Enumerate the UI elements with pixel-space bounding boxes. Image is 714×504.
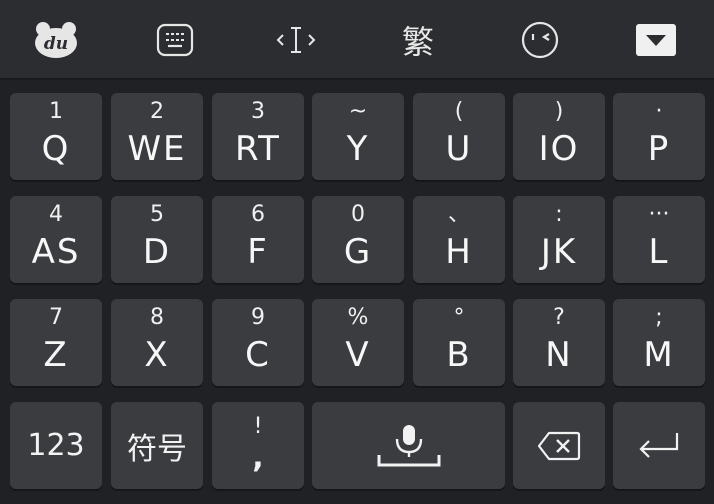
- backspace-key[interactable]: [513, 402, 605, 489]
- key-d-number: 5: [150, 202, 164, 227]
- key-m-letters: M: [643, 335, 675, 375]
- cursor-move-button[interactable]: [266, 14, 326, 66]
- key-io-symbol: ): [554, 99, 564, 124]
- key-l-letters: L: [648, 232, 670, 272]
- key-u[interactable]: ( U: [413, 93, 505, 180]
- key-z[interactable]: 7 Z: [10, 299, 102, 386]
- key-c[interactable]: 9 C: [212, 299, 304, 386]
- traditional-label: 繁: [401, 23, 434, 61]
- key-as-letters: AS: [31, 232, 81, 272]
- emoji-button[interactable]: [510, 14, 570, 66]
- hide-keyboard-button[interactable]: [626, 14, 686, 66]
- key-f-number: 6: [251, 202, 265, 227]
- comma-key-main: ,: [252, 440, 264, 475]
- text-cursor-icon: [276, 27, 316, 53]
- numbers-key[interactable]: 123: [10, 402, 102, 489]
- key-c-letters: C: [245, 335, 271, 375]
- key-m-symbol: ;: [655, 305, 663, 330]
- key-u-symbol: (: [454, 99, 464, 124]
- key-d-letters: D: [142, 232, 172, 272]
- key-as-number: 4: [49, 202, 63, 227]
- key-y-symbol: ~: [348, 99, 368, 124]
- key-b-letters: B: [446, 335, 472, 375]
- keyboard-layout-button[interactable]: [145, 14, 205, 66]
- key-h-symbol: 、: [447, 202, 470, 227]
- key-n-letters: N: [545, 335, 573, 375]
- keyboard-toolbar: du 繁: [0, 0, 714, 80]
- key-z-letters: Z: [43, 335, 69, 375]
- key-we[interactable]: 2 WE: [111, 93, 203, 180]
- key-v-letters: V: [345, 335, 371, 375]
- wink-face-icon: [521, 21, 559, 59]
- key-we-letters: WE: [127, 129, 187, 169]
- key-x-letters: X: [144, 335, 170, 375]
- key-y-letters: Y: [346, 129, 370, 169]
- key-g-number: 0: [351, 202, 365, 227]
- key-jk[interactable]: : JK: [513, 196, 605, 283]
- key-f[interactable]: 6 F: [212, 196, 304, 283]
- key-l[interactable]: ··· L: [613, 196, 705, 283]
- du-logo-button[interactable]: du: [26, 14, 86, 66]
- key-p[interactable]: · P: [613, 93, 705, 180]
- key-d[interactable]: 5 D: [111, 196, 203, 283]
- key-rt-letters: RT: [235, 129, 281, 169]
- key-y[interactable]: ~ Y: [312, 93, 404, 180]
- backspace-icon: [537, 431, 581, 460]
- bear-logo-icon: du: [35, 22, 77, 58]
- key-g[interactable]: 0 G: [312, 196, 404, 283]
- key-c-number: 9: [251, 305, 265, 330]
- key-v-symbol: %: [347, 305, 369, 330]
- key-f-letters: F: [247, 232, 269, 272]
- keyboard-icon: [156, 23, 194, 57]
- key-x-number: 8: [150, 305, 164, 330]
- key-q-number: 1: [49, 99, 63, 124]
- key-n[interactable]: ? N: [513, 299, 605, 386]
- key-io-letters: IO: [538, 129, 580, 169]
- collapse-keyboard-icon: [636, 24, 676, 56]
- key-rt-number: 3: [251, 99, 265, 124]
- space-voice-key[interactable]: [312, 402, 505, 489]
- key-b[interactable]: ° B: [413, 299, 505, 386]
- key-as[interactable]: 4 AS: [10, 196, 102, 283]
- key-m[interactable]: ; M: [613, 299, 705, 386]
- key-u-letters: U: [445, 129, 473, 169]
- symbols-key[interactable]: 符号: [111, 402, 203, 489]
- microphone-icon: [377, 424, 440, 466]
- numbers-label: 123: [27, 428, 85, 463]
- key-jk-symbol: :: [555, 202, 563, 227]
- key-l-symbol: ···: [648, 202, 670, 227]
- key-x[interactable]: 8 X: [111, 299, 203, 386]
- key-jk-letters: JK: [540, 232, 578, 272]
- key-q[interactable]: 1 Q: [10, 93, 102, 180]
- comma-key-alt: !: [253, 414, 263, 439]
- enter-key[interactable]: [613, 402, 705, 489]
- symbols-label: 符号: [127, 431, 187, 467]
- key-io[interactable]: ) IO: [513, 93, 605, 180]
- svg-text:du: du: [44, 34, 68, 54]
- keyboard: du 繁 1 Q 2 WE 3 RT ~ Y (U) IO · P 4 AS…: [0, 0, 714, 504]
- key-we-number: 2: [150, 99, 164, 124]
- key-v[interactable]: % V: [312, 299, 404, 386]
- key-h-letters: H: [445, 232, 473, 272]
- key-z-number: 7: [49, 305, 63, 330]
- key-g-letters: G: [343, 232, 373, 272]
- key-h[interactable]: 、 H: [413, 196, 505, 283]
- key-rt[interactable]: 3 RT: [212, 93, 304, 180]
- key-q-letters: Q: [41, 129, 71, 169]
- key-n-symbol: ?: [553, 305, 565, 330]
- enter-icon: [639, 432, 679, 458]
- key-p-symbol: ·: [655, 99, 663, 124]
- key-p-letters: P: [647, 129, 671, 169]
- traditional-chinese-button[interactable]: 繁: [388, 14, 448, 66]
- key-b-symbol: °: [453, 305, 465, 330]
- comma-key[interactable]: ! ,: [212, 402, 304, 489]
